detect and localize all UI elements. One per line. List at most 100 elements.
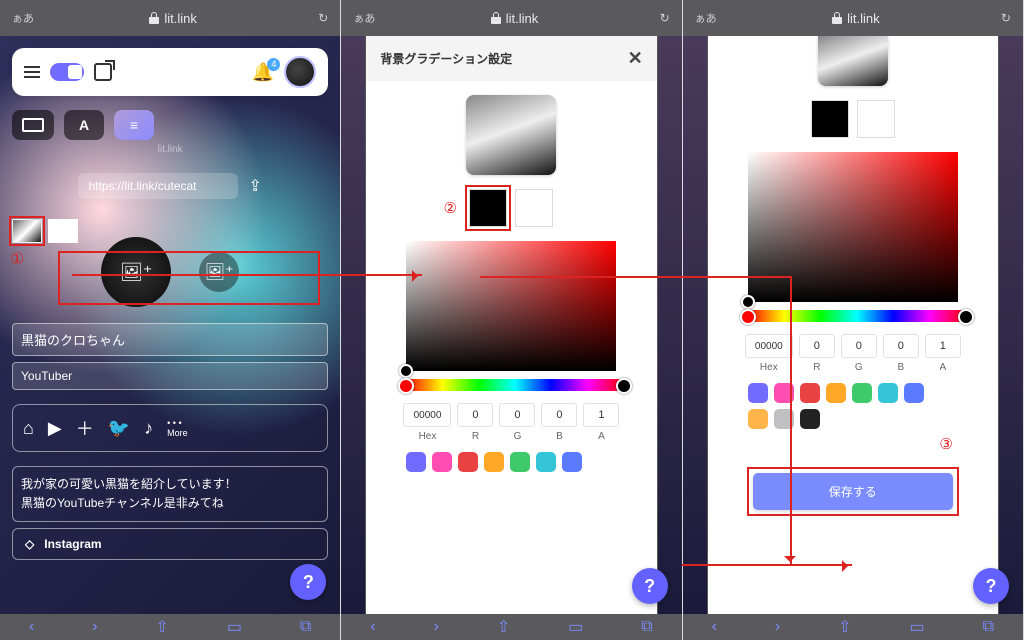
hue-cursor-left[interactable] — [398, 378, 414, 394]
help-fab[interactable]: ? — [632, 568, 668, 604]
add-icon[interactable]: ＋ — [76, 415, 94, 441]
hue-bar[interactable] — [748, 310, 966, 322]
color-stop-row: ② — [469, 189, 553, 227]
text-mode-button[interactable]: A — [64, 110, 104, 140]
preset-swatch[interactable] — [904, 383, 924, 403]
a-input[interactable]: 1 — [925, 334, 961, 358]
layout-mode-button[interactable] — [12, 110, 54, 140]
twitter-icon[interactable]: 🐦 — [108, 418, 130, 439]
text-size-control[interactable]: ぁあ — [695, 10, 717, 26]
tabs-icon[interactable]: ⧉ — [983, 618, 994, 636]
instagram-icon[interactable]: ⌂ — [23, 418, 34, 439]
hex-input[interactable]: 00000 — [745, 334, 793, 358]
preset-swatch[interactable] — [852, 383, 872, 403]
share-icon[interactable]: ⇧ — [838, 617, 851, 637]
reload-icon[interactable]: ↻ — [654, 11, 670, 25]
g-input[interactable]: 0 — [841, 334, 877, 358]
hue-cursor-left[interactable] — [740, 309, 756, 325]
preset-swatch[interactable] — [800, 409, 820, 429]
r-input[interactable]: 0 — [457, 403, 493, 427]
a-input[interactable]: 1 — [583, 403, 619, 427]
social-links-row[interactable]: ⌂ ▶ ＋ 🐦 ♪ • • •More — [12, 404, 328, 452]
preset-swatch[interactable] — [484, 452, 504, 472]
tiktok-icon[interactable]: ♪ — [144, 418, 153, 439]
text-size-control[interactable]: ぁあ — [353, 10, 375, 26]
share-icon[interactable]: ⇧ — [497, 617, 510, 637]
back-icon[interactable]: ‹ — [370, 618, 375, 636]
a-label: A — [939, 362, 946, 373]
color-stop-row — [811, 100, 895, 138]
gradient-mode-button[interactable]: ≡ — [114, 110, 154, 140]
instagram-link-card[interactable]: ◇ Instagram — [12, 528, 328, 560]
sv-panel[interactable] — [406, 241, 616, 371]
modal-header: 背景グラデーション設定 ✕ — [366, 36, 656, 81]
external-link-icon[interactable] — [94, 63, 112, 81]
color-stop-1[interactable] — [811, 100, 849, 138]
preset-swatch[interactable] — [458, 452, 478, 472]
back-icon[interactable]: ‹ — [29, 618, 34, 636]
share-icon[interactable]: ⇪ — [248, 176, 261, 196]
preset-swatch[interactable] — [800, 383, 820, 403]
preset-swatch[interactable] — [748, 409, 768, 429]
help-fab[interactable]: ? — [290, 564, 326, 600]
description-field[interactable]: 我が家の可愛い黒猫を紹介しています！ 黒猫のYouTubeチャンネル是非みてね — [12, 466, 328, 522]
close-icon[interactable]: ✕ — [628, 48, 643, 69]
forward-icon[interactable]: › — [434, 618, 439, 636]
menu-icon[interactable] — [24, 66, 40, 78]
preset-swatch[interactable] — [406, 452, 426, 472]
instagram-card-icon: ◇ — [25, 537, 34, 551]
youtube-icon[interactable]: ▶ — [48, 418, 62, 439]
hue-slider[interactable] — [406, 379, 624, 391]
preset-swatch[interactable] — [536, 452, 556, 472]
hue-bar[interactable] — [406, 379, 624, 391]
hue-slider[interactable] — [748, 310, 966, 322]
share-icon[interactable]: ⇧ — [156, 617, 169, 637]
preset-swatch[interactable] — [878, 383, 898, 403]
help-fab[interactable]: ? — [973, 568, 1009, 604]
preset-row — [406, 452, 596, 472]
preset-swatch[interactable] — [510, 452, 530, 472]
sv-cursor[interactable] — [399, 364, 413, 378]
tabs-icon[interactable]: ⧉ — [300, 618, 311, 636]
pane-3-save: ぁあ lit.link ↻ — [683, 0, 1024, 640]
preset-swatch[interactable] — [774, 409, 794, 429]
forward-icon[interactable]: › — [92, 618, 97, 636]
profile-url-input[interactable] — [78, 173, 238, 199]
url-display[interactable]: lit.link — [383, 11, 645, 26]
role-field[interactable]: YouTuber — [12, 362, 328, 390]
hex-input[interactable]: 00000 — [403, 403, 451, 427]
bookmarks-icon[interactable]: ▭ — [227, 617, 242, 637]
alpha-cursor[interactable] — [958, 309, 974, 325]
preset-swatch[interactable] — [774, 383, 794, 403]
forward-icon[interactable]: › — [775, 618, 780, 636]
url-display[interactable]: lit.link — [725, 11, 987, 26]
b-input[interactable]: 0 — [541, 403, 577, 427]
alpha-cursor[interactable] — [616, 378, 632, 394]
edit-toggle[interactable] — [50, 63, 84, 81]
sv-cursor[interactable] — [741, 295, 755, 309]
g-input[interactable]: 0 — [499, 403, 535, 427]
bookmarks-icon[interactable]: ▭ — [568, 617, 583, 637]
tabs-icon[interactable]: ⧉ — [641, 618, 652, 636]
preset-swatch[interactable] — [562, 452, 582, 472]
text-size-control[interactable]: ぁあ — [12, 10, 34, 26]
bookmarks-icon[interactable]: ▭ — [910, 617, 925, 637]
r-input[interactable]: 0 — [799, 334, 835, 358]
preset-swatch[interactable] — [748, 383, 768, 403]
b-input[interactable]: 0 — [883, 334, 919, 358]
more-dots[interactable]: • • •More — [167, 418, 188, 438]
avatar[interactable] — [284, 56, 316, 88]
color-stop-2[interactable] — [515, 189, 553, 227]
back-icon[interactable]: ‹ — [712, 618, 717, 636]
preset-swatch[interactable] — [826, 383, 846, 403]
reload-icon[interactable]: ↻ — [995, 11, 1011, 25]
display-name-field[interactable]: 黒猫のクロちゃん — [12, 323, 328, 356]
url-display[interactable]: lit.link — [42, 11, 304, 26]
color-stop-2[interactable] — [857, 100, 895, 138]
save-button[interactable]: 保存する — [753, 473, 953, 510]
notifications-icon[interactable]: 🔔 4 — [252, 62, 274, 83]
reload-icon[interactable]: ↻ — [312, 11, 328, 25]
gradient-preview — [466, 95, 556, 175]
preset-swatch[interactable] — [432, 452, 452, 472]
sv-panel[interactable] — [748, 152, 958, 302]
